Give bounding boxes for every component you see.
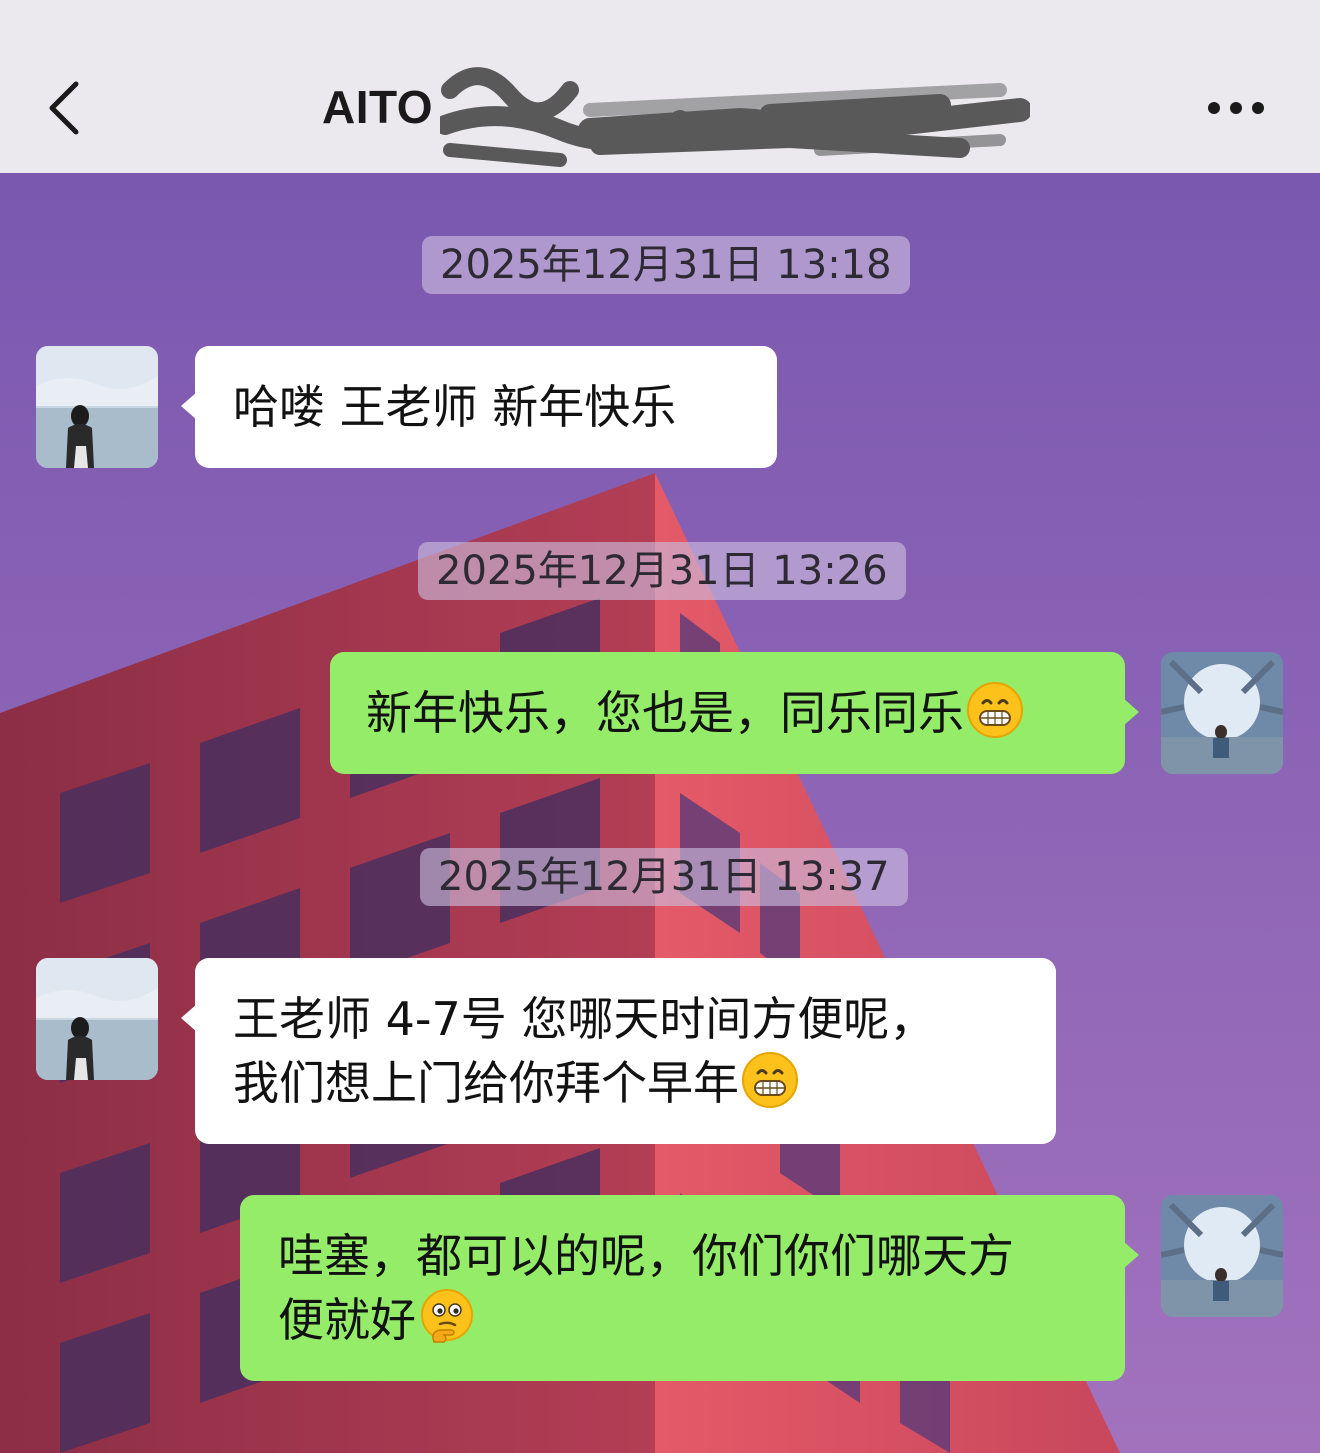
contact-avatar-image xyxy=(36,346,158,468)
incoming-message-bubble[interactable]: 王老师 4-7号 您哪天时间方便呢， 我们想上门给你拜个早年 xyxy=(181,958,1056,1144)
more-options-button[interactable] xyxy=(1200,88,1272,128)
chat-header: AITO xyxy=(0,0,1320,173)
thinking-face-emoji xyxy=(418,1288,476,1346)
redaction-scribble xyxy=(440,67,1030,167)
message-timestamp: 2025年12月31日 13:18 xyxy=(422,236,910,294)
my-avatar[interactable] xyxy=(1161,652,1283,774)
message-text: 王老师 4-7号 您哪天时间方便呢， xyxy=(233,992,936,1046)
grinning-face-emoji xyxy=(741,1051,799,1109)
contact-avatar-image xyxy=(36,958,158,1080)
contact-avatar[interactable] xyxy=(36,958,158,1080)
chevron-left-icon xyxy=(49,81,79,135)
my-avatar-image xyxy=(1161,1195,1283,1317)
chat-title: AITO xyxy=(322,81,434,133)
incoming-message-bubble[interactable]: 哈喽 王老师 新年快乐 xyxy=(181,346,777,468)
grinning-face-emoji xyxy=(966,681,1024,739)
back-button[interactable] xyxy=(38,72,98,144)
contact-avatar[interactable] xyxy=(36,346,158,468)
message-text: 哇塞，都可以的呢，你们你们哪天方 xyxy=(278,1229,1014,1283)
message-timestamp: 2025年12月31日 13:37 xyxy=(420,848,908,906)
message-text: 哈喽 王老师 新年快乐 xyxy=(233,380,677,434)
my-avatar-image xyxy=(1161,652,1283,774)
message-text: 便就好 xyxy=(278,1288,1125,1352)
message-text: 我们想上门给你拜个早年 xyxy=(233,1051,1056,1115)
outgoing-message-bubble[interactable]: 新年快乐，您也是，同乐同乐 xyxy=(330,652,1139,774)
outgoing-message-bubble[interactable]: 哇塞，都可以的呢，你们你们哪天方 便就好 xyxy=(240,1195,1139,1381)
my-avatar[interactable] xyxy=(1161,1195,1283,1317)
message-timestamp: 2025年12月31日 13:26 xyxy=(418,542,906,600)
more-horizontal-icon xyxy=(1208,102,1264,114)
message-text: 新年快乐，您也是，同乐同乐 xyxy=(366,681,1125,745)
